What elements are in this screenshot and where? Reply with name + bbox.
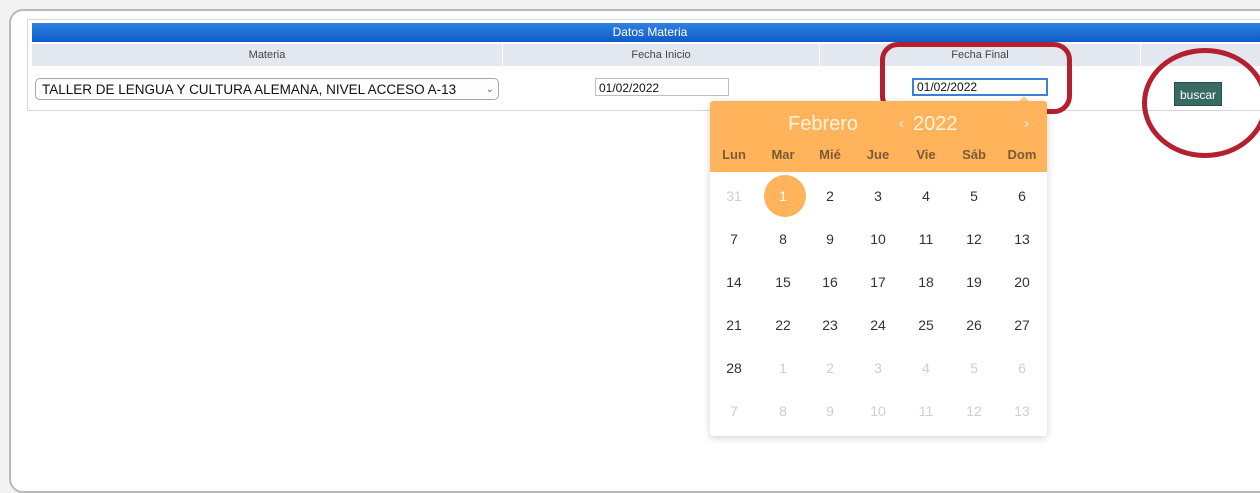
calendar-day[interactable]: 8 <box>759 219 807 259</box>
calendar-day[interactable]: 14 <box>710 262 758 302</box>
calendar-day[interactable]: 17 <box>854 262 902 302</box>
calendar-day-outside-month[interactable]: 10 <box>854 391 902 431</box>
header-fecha-inicio: Fecha Inicio <box>503 44 820 66</box>
calendar-day[interactable]: 5 <box>950 176 998 216</box>
calendar-day[interactable]: 25 <box>902 305 950 345</box>
calendar-day[interactable]: 1 <box>759 175 807 217</box>
calendar-day[interactable]: 28 <box>710 348 758 388</box>
calendar-day[interactable]: 3 <box>854 176 902 216</box>
fecha-inicio-input[interactable]: 01/02/2022 <box>595 78 729 96</box>
materia-select[interactable]: TALLER DE LENGUA Y CULTURA ALEMANA, NIVE… <box>35 78 499 100</box>
weekday-label: Lun <box>722 147 746 162</box>
calendar-day-outside-month[interactable]: 9 <box>806 391 854 431</box>
materia-select-value: TALLER DE LENGUA Y CULTURA ALEMANA, NIVE… <box>42 82 457 97</box>
datepicker-popup: Febrero ‹ 2022 › Lun Mar Mié Jue Vie Sáb Dom 3… <box>710 101 1047 436</box>
calendar-day-outside-month[interactable]: 13 <box>998 391 1046 431</box>
calendar-day-outside-month[interactable]: 11 <box>902 391 950 431</box>
weekday-label: Sáb <box>962 147 986 162</box>
calendar-day-outside-month[interactable]: 6 <box>998 348 1046 388</box>
calendar-day[interactable]: 11 <box>902 219 950 259</box>
calendar-day[interactable]: 15 <box>759 262 807 302</box>
datepicker-year[interactable]: 2022 <box>913 113 958 136</box>
calendar-day[interactable]: 12 <box>950 219 998 259</box>
annotation-highlight-buscar <box>1142 48 1260 158</box>
chevron-left-icon[interactable]: ‹ <box>899 115 904 132</box>
calendar-day[interactable]: 19 <box>950 262 998 302</box>
table-header-row: Materia Fecha Inicio Fecha Final <box>32 44 1260 66</box>
calendar-day[interactable]: 27 <box>998 305 1046 345</box>
datepicker-header: Febrero ‹ 2022 › Lun Mar Mié Jue Vie Sáb Dom <box>710 101 1047 172</box>
calendar-day-outside-month[interactable]: 4 <box>902 348 950 388</box>
chevron-down-icon: ⌄ <box>485 84 494 95</box>
calendar-day-outside-month[interactable]: 3 <box>854 348 902 388</box>
calendar-day[interactable]: 16 <box>806 262 854 302</box>
calendar-day[interactable]: 13 <box>998 219 1046 259</box>
weekday-label: Mié <box>819 147 841 162</box>
weekday-label: Dom <box>1007 147 1037 162</box>
calendar-day[interactable]: 22 <box>759 305 807 345</box>
calendar-day[interactable]: 26 <box>950 305 998 345</box>
calendar-day[interactable]: 7 <box>710 219 758 259</box>
calendar-day[interactable]: 23 <box>806 305 854 345</box>
calendar-day[interactable]: 20 <box>998 262 1046 302</box>
datepicker-month[interactable]: Febrero <box>788 113 858 136</box>
calendar-day-outside-month[interactable]: 1 <box>759 348 807 388</box>
calendar-day-outside-month[interactable]: 12 <box>950 391 998 431</box>
weekday-row: Lun Mar Mié Jue Vie Sáb Dom <box>710 147 1047 169</box>
chevron-right-icon[interactable]: › <box>1024 115 1029 132</box>
calendar-day[interactable]: 2 <box>806 176 854 216</box>
calendar-day[interactable]: 10 <box>854 219 902 259</box>
calendar-day[interactable]: 4 <box>902 176 950 216</box>
calendar-day-outside-month[interactable]: 7 <box>710 391 758 431</box>
calendar-day[interactable]: 18 <box>902 262 950 302</box>
calendar-day[interactable]: 9 <box>806 219 854 259</box>
header-materia: Materia <box>32 44 503 66</box>
calendar-day[interactable]: 6 <box>998 176 1046 216</box>
calendar-day[interactable]: 24 <box>854 305 902 345</box>
calendar-day-outside-month[interactable]: 8 <box>759 391 807 431</box>
calendar-day[interactable]: 21 <box>710 305 758 345</box>
table-title: Datos Materia <box>32 23 1260 42</box>
calendar-day-outside-month[interactable]: 31 <box>710 176 758 216</box>
weekday-label: Jue <box>866 147 890 162</box>
weekday-label: Vie <box>916 147 936 162</box>
calendar-day-outside-month[interactable]: 5 <box>950 348 998 388</box>
calendar-day-outside-month[interactable]: 2 <box>806 348 854 388</box>
weekday-label: Mar <box>771 147 795 162</box>
